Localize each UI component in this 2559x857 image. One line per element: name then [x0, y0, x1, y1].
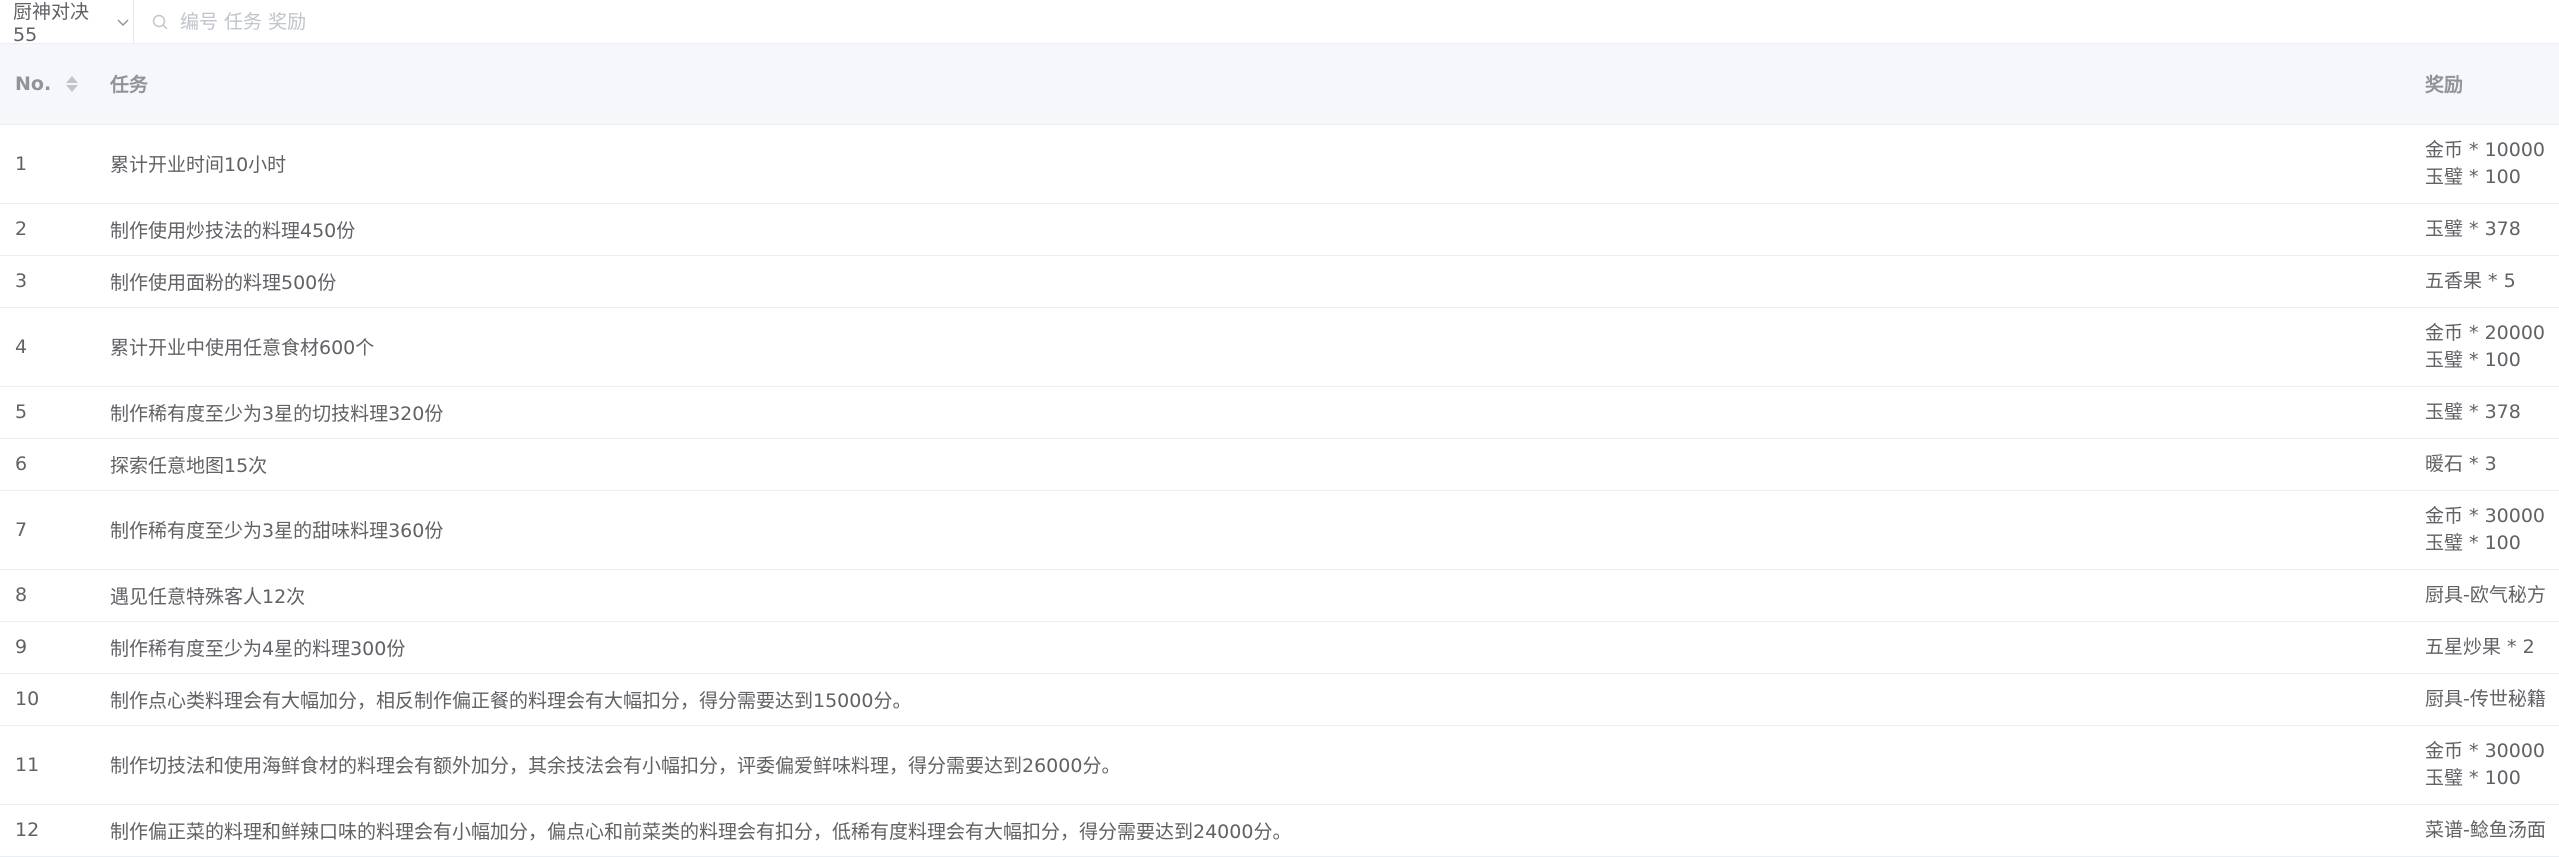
cell-reward: 金币 * 20000 玉璧 * 100	[2410, 307, 2559, 387]
reward-item: 厨具-传世秘籍	[2425, 687, 2546, 710]
cell-task: 探索任意地图15次	[95, 438, 2410, 491]
cell-reward: 厨具-传世秘籍	[2410, 673, 2559, 726]
cell-reward: 玉璧 * 378	[2410, 203, 2559, 256]
cell-no: 11	[0, 725, 95, 805]
table-header-row: No. 任务 奖励	[0, 44, 2559, 125]
table-row: 8 遇见任意特殊客人12次 厨具-欧气秘方	[0, 569, 2559, 622]
reward-item: 金币 * 30000	[2425, 739, 2546, 762]
cell-reward: 五香果 * 5	[2410, 255, 2559, 308]
table-row: 3 制作使用面粉的料理500份 五香果 * 5	[0, 255, 2559, 308]
chevron-down-icon	[115, 13, 133, 31]
cell-reward: 暖石 * 3	[2410, 438, 2559, 491]
table-row: 7 制作稀有度至少为3星的甜味料理360份 金币 * 30000 玉璧 * 100	[0, 490, 2559, 570]
cell-task: 制作使用面粉的料理500份	[95, 255, 2410, 308]
sort-icon[interactable]	[65, 76, 78, 93]
header-no[interactable]: No.	[0, 44, 95, 125]
header-no-label: No.	[15, 72, 52, 95]
reward-item: 玉璧 * 100	[2425, 165, 2521, 188]
event-select[interactable]: 厨神对决55	[0, 0, 134, 46]
cell-task: 制作偏正菜的料理和鲜辣口味的料理会有小幅加分，偏点心和前菜类的料理会有扣分，低稀…	[95, 804, 2410, 857]
cell-reward: 厨具-欧气秘方	[2410, 569, 2559, 622]
header-task: 任务	[95, 44, 2410, 125]
event-select-value: 厨神对决55	[13, 1, 90, 46]
reward-item: 金币 * 10000	[2425, 138, 2546, 161]
reward-item: 玉璧 * 378	[2425, 217, 2521, 240]
toolbar: 厨神对决55	[0, 0, 2559, 46]
cell-no: 8	[0, 569, 95, 622]
table-row: 1 累计开业时间10小时 金币 * 10000 玉璧 * 100	[0, 124, 2559, 204]
reward-item: 玉璧 * 100	[2425, 766, 2521, 789]
reward-item: 菜谱-鲶鱼汤面	[2425, 818, 2546, 841]
reward-item: 玉璧 * 378	[2425, 400, 2521, 423]
header-reward: 奖励	[2410, 44, 2559, 125]
table-row: 2 制作使用炒技法的料理450份 玉璧 * 378	[0, 203, 2559, 256]
cell-task: 制作使用炒技法的料理450份	[95, 203, 2410, 256]
cell-no: 6	[0, 438, 95, 491]
table-row: 9 制作稀有度至少为4星的料理300份 五星炒果 * 2	[0, 621, 2559, 674]
reward-item: 暖石 * 3	[2425, 452, 2497, 475]
cell-task: 制作稀有度至少为3星的切技料理320份	[95, 386, 2410, 439]
reward-item: 五星炒果 * 2	[2425, 635, 2535, 658]
reward-item: 金币 * 20000	[2425, 321, 2546, 344]
table-row: 6 探索任意地图15次 暖石 * 3	[0, 438, 2559, 491]
cell-no: 3	[0, 255, 95, 308]
task-table: No. 任务 奖励 1 累计开业时间10小时 金币 * 10000 玉璧 * 100 2…	[0, 44, 2559, 857]
cell-task: 制作稀有度至少为4星的料理300份	[95, 621, 2410, 674]
table-row: 12 制作偏正菜的料理和鲜辣口味的料理会有小幅加分，偏点心和前菜类的料理会有扣分，…	[0, 804, 2559, 857]
cell-reward: 玉璧 * 378	[2410, 386, 2559, 439]
search-input[interactable]	[178, 0, 782, 43]
table-row: 4 累计开业中使用任意食材600个 金币 * 20000 玉璧 * 100	[0, 307, 2559, 387]
cell-no: 12	[0, 804, 95, 857]
cell-reward: 金币 * 10000 玉璧 * 100	[2410, 124, 2559, 204]
cell-no: 1	[0, 124, 95, 204]
reward-item: 金币 * 30000	[2425, 504, 2546, 527]
cell-task: 制作切技法和使用海鲜食材的料理会有额外加分，其余技法会有小幅扣分，评委偏爱鲜味料…	[95, 725, 2410, 805]
cell-reward: 五星炒果 * 2	[2410, 621, 2559, 674]
search-icon	[148, 10, 172, 34]
cell-no: 4	[0, 307, 95, 387]
cell-task: 累计开业时间10小时	[95, 124, 2410, 204]
cell-no: 2	[0, 203, 95, 256]
reward-item: 玉璧 * 100	[2425, 348, 2521, 371]
search-box	[134, 0, 2559, 43]
cell-no: 5	[0, 386, 95, 439]
cell-task: 累计开业中使用任意食材600个	[95, 307, 2410, 387]
table-row: 10 制作点心类料理会有大幅加分，相反制作偏正餐的料理会有大幅扣分，得分需要达到1…	[0, 673, 2559, 726]
cell-task: 遇见任意特殊客人12次	[95, 569, 2410, 622]
cell-no: 7	[0, 490, 95, 570]
table-row: 11 制作切技法和使用海鲜食材的料理会有额外加分，其余技法会有小幅扣分，评委偏爱鲜…	[0, 725, 2559, 805]
cell-task: 制作稀有度至少为3星的甜味料理360份	[95, 490, 2410, 570]
cell-reward: 金币 * 30000 玉璧 * 100	[2410, 725, 2559, 805]
cell-reward: 菜谱-鲶鱼汤面	[2410, 804, 2559, 857]
cell-reward: 金币 * 30000 玉璧 * 100	[2410, 490, 2559, 570]
cell-no: 9	[0, 621, 95, 674]
reward-item: 玉璧 * 100	[2425, 531, 2521, 554]
cell-task: 制作点心类料理会有大幅加分，相反制作偏正餐的料理会有大幅扣分，得分需要达到150…	[95, 673, 2410, 726]
cell-no: 10	[0, 673, 95, 726]
reward-item: 五香果 * 5	[2425, 269, 2516, 292]
table-row: 5 制作稀有度至少为3星的切技料理320份 玉璧 * 378	[0, 386, 2559, 439]
reward-item: 厨具-欧气秘方	[2425, 583, 2546, 606]
